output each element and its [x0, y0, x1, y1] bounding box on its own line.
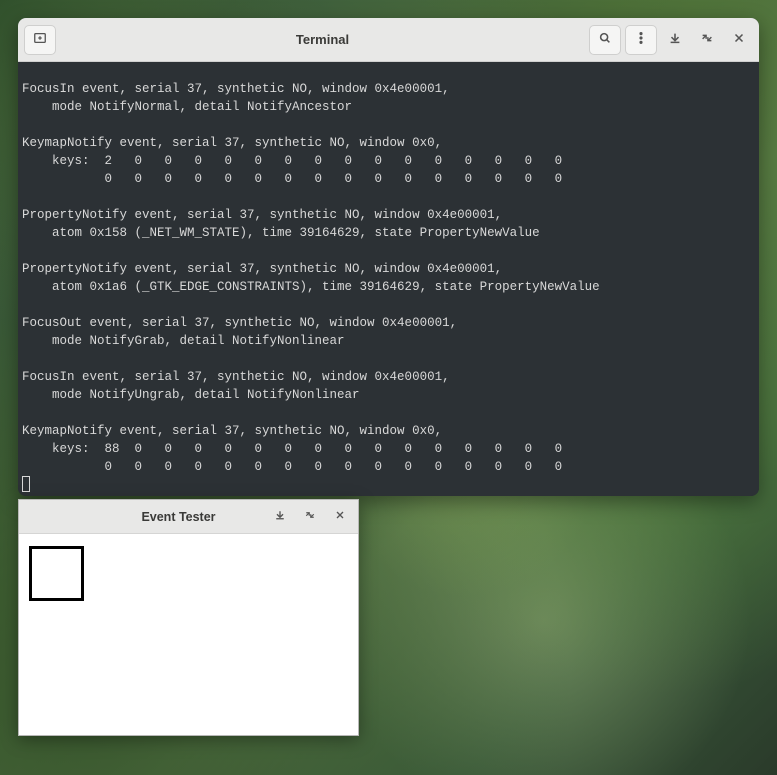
menu-button[interactable]	[625, 25, 657, 55]
et-minimize-button[interactable]	[270, 507, 290, 527]
event-tester-square	[29, 546, 84, 601]
terminal-output-text: FocusIn event, serial 37, synthetic NO, …	[22, 82, 600, 474]
event-tester-titlebar[interactable]: Event Tester	[19, 500, 358, 534]
terminal-output-area[interactable]: FocusIn event, serial 37, synthetic NO, …	[18, 62, 759, 496]
close-icon	[334, 509, 346, 524]
et-maximize-button[interactable]	[300, 507, 320, 527]
close-icon	[732, 31, 746, 48]
menu-icon	[634, 31, 648, 48]
maximize-icon	[304, 509, 316, 524]
event-tester-body[interactable]	[19, 534, 358, 735]
search-icon	[598, 31, 612, 48]
minimize-icon	[668, 31, 682, 48]
new-tab-icon	[33, 31, 47, 48]
event-tester-controls	[270, 507, 350, 527]
maximize-icon	[700, 31, 714, 48]
terminal-cursor	[22, 476, 30, 492]
maximize-button[interactable]	[693, 25, 721, 55]
et-close-button[interactable]	[330, 507, 350, 527]
minimize-button[interactable]	[661, 25, 689, 55]
close-button[interactable]	[725, 25, 753, 55]
terminal-titlebar[interactable]: Terminal	[18, 18, 759, 62]
terminal-window: Terminal	[18, 18, 759, 496]
search-button[interactable]	[589, 25, 621, 55]
new-tab-button[interactable]	[24, 25, 56, 55]
titlebar-right-controls	[589, 25, 753, 55]
titlebar-left-controls	[24, 25, 56, 55]
minimize-icon	[274, 509, 286, 524]
event-tester-title: Event Tester	[87, 510, 270, 524]
terminal-title: Terminal	[56, 32, 589, 47]
event-tester-window: Event Tester	[18, 499, 359, 736]
